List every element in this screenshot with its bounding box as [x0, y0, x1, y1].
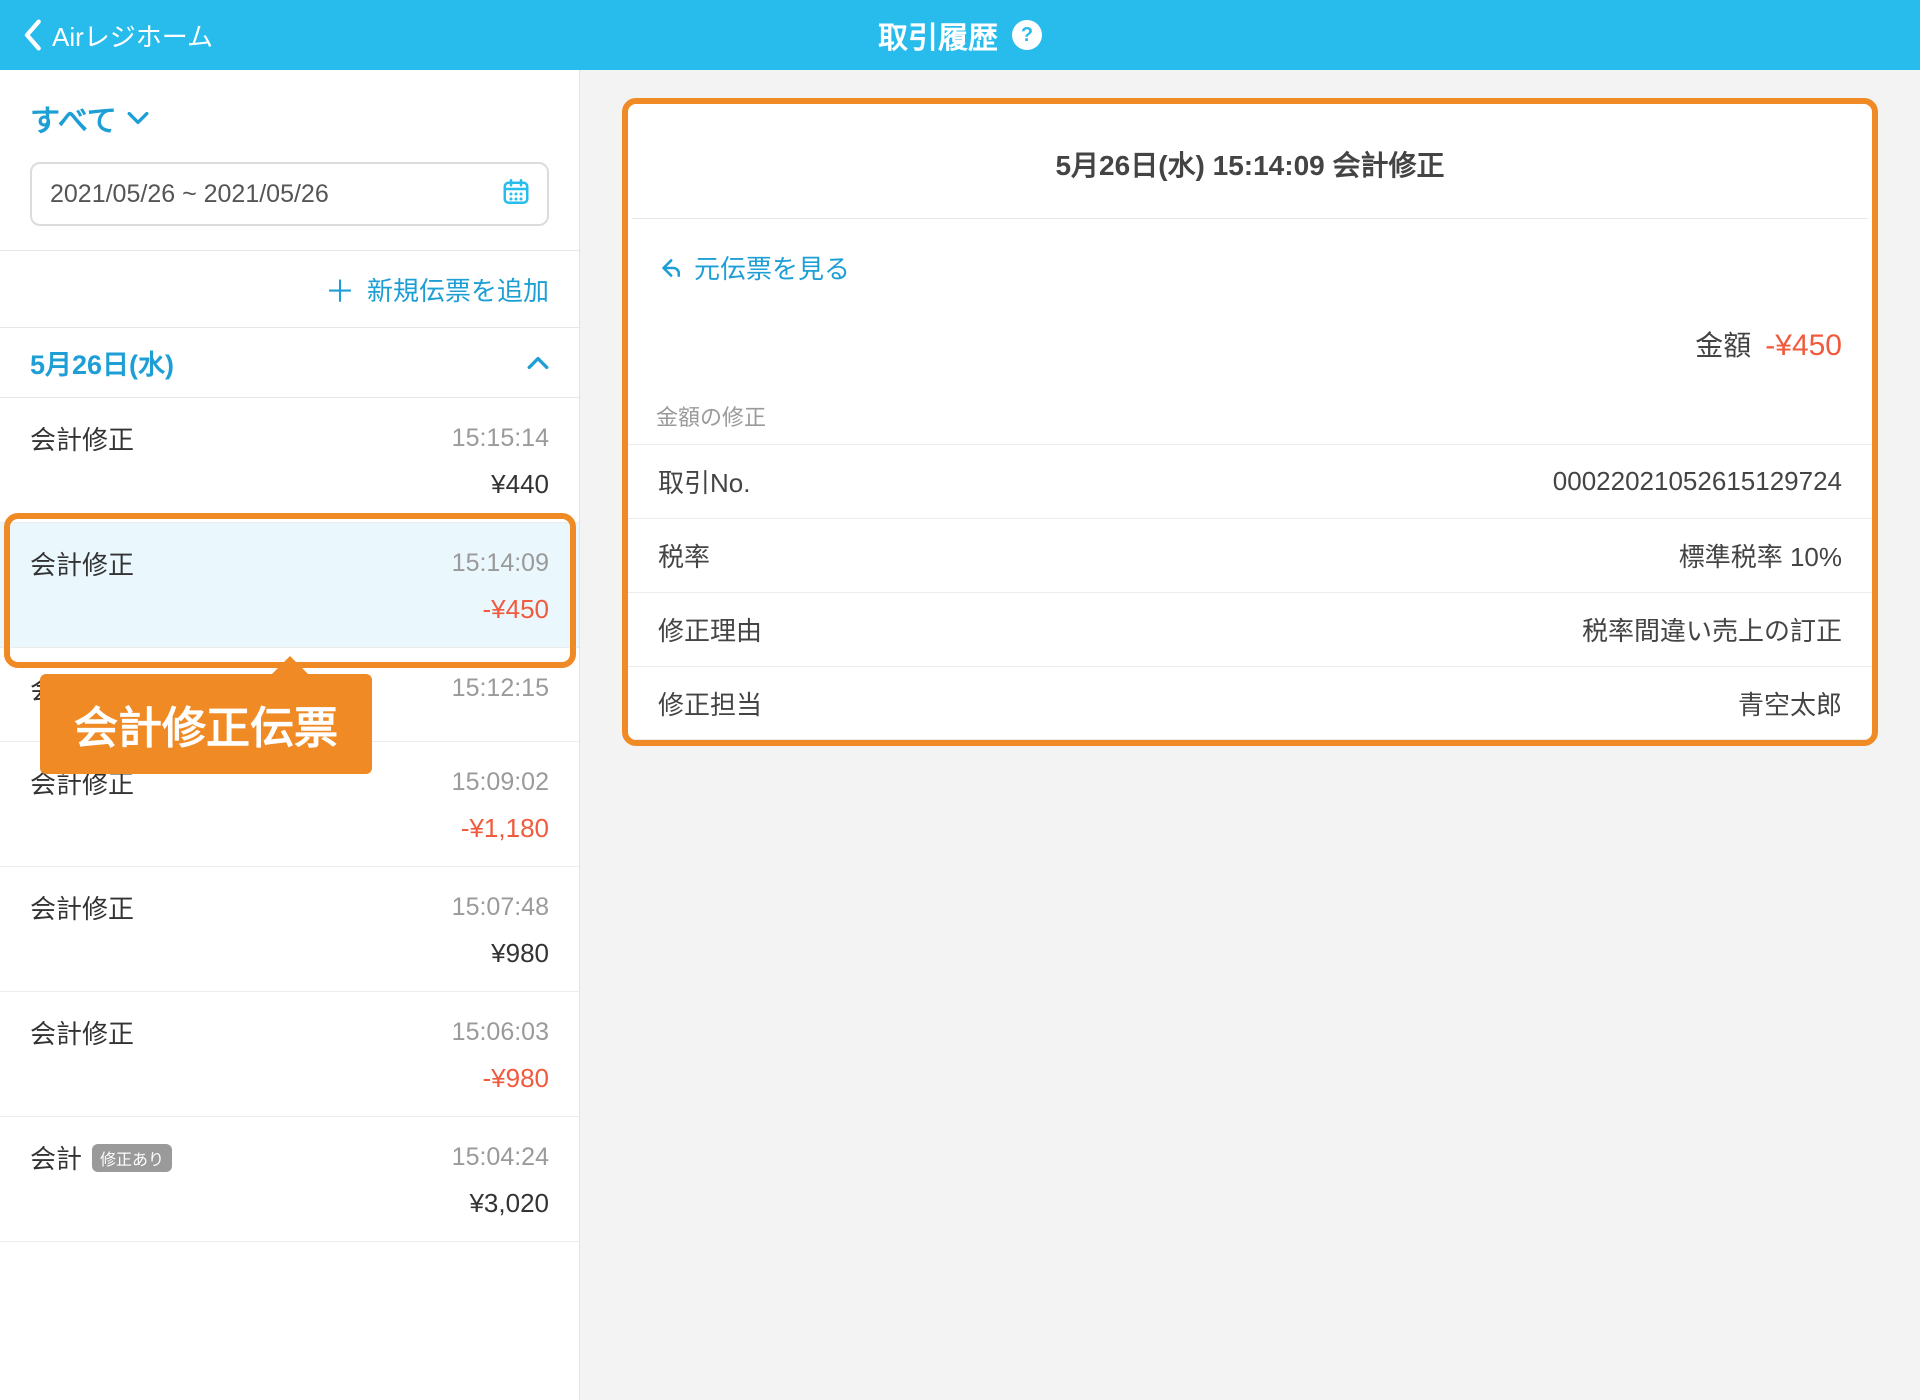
transaction-list: 会計修正 15:15:14 ¥440 会計修正 15:14:09 -¥450 会… [0, 398, 579, 1400]
date-range-input[interactable] [30, 162, 549, 226]
transaction-time: 15:15:14 [452, 424, 549, 453]
callout-label: 会計修正伝票 [40, 674, 372, 774]
view-original-link[interactable]: 元伝票を見る [628, 219, 1872, 296]
transaction-time: 15:06:03 [452, 1018, 549, 1047]
detail-pane: 5月26日(水) 15:14:09 会計修正 元伝票を見る 金額 -¥450 金… [580, 70, 1920, 1400]
detail-kv-row: 修正担当 青空太郎 [628, 666, 1872, 740]
transaction-row[interactable]: 会計修正 15:06:03 -¥980 [0, 992, 579, 1117]
transaction-title: 会計 修正あり [30, 1139, 172, 1176]
add-slip-button[interactable]: ＋ 新規伝票を追加 [0, 250, 579, 328]
detail-kv-row: 取引No. 00022021052615129724 [628, 444, 1872, 518]
transaction-row[interactable]: 会計修正 15:15:14 ¥440 [0, 398, 579, 523]
help-icon[interactable]: ? [1012, 20, 1042, 50]
detail-card: 5月26日(水) 15:14:09 会計修正 元伝票を見る 金額 -¥450 金… [622, 98, 1878, 746]
app-header: Airレジホーム 取引履歴 ? [0, 0, 1920, 70]
add-slip-label: 新規伝票を追加 [367, 271, 549, 308]
transaction-time: 15:09:02 [452, 768, 549, 797]
transaction-amount: ¥440 [491, 469, 549, 500]
date-range-field[interactable] [30, 162, 549, 226]
detail-kv-key: 税率 [658, 537, 710, 574]
transaction-title: 会計修正 [30, 889, 134, 926]
detail-kv-row: 税率 標準税率 10% [628, 518, 1872, 592]
detail-kv-key: 取引No. [658, 463, 750, 500]
transaction-time: 15:14:09 [452, 549, 549, 578]
transaction-row[interactable]: 会計修正 15:14:09 -¥450 [0, 523, 579, 648]
chevron-left-icon [22, 18, 42, 52]
transaction-amount: -¥980 [483, 1063, 550, 1094]
transaction-amount: ¥980 [491, 938, 549, 969]
detail-amount-label: 金額 [1695, 324, 1751, 364]
detail-kv-row: 修正理由 税率間違い売上の訂正 [628, 592, 1872, 666]
detail-kv-value: 00022021052615129724 [1553, 466, 1842, 497]
sidebar: すべて [0, 70, 580, 1400]
filter-label: すべて [30, 96, 117, 140]
transaction-title: 会計修正 [30, 420, 134, 457]
chevron-up-icon [527, 352, 549, 374]
transaction-amount: ¥3,020 [469, 1188, 549, 1219]
detail-kv-value: 青空太郎 [1738, 685, 1842, 722]
filter-dropdown[interactable]: すべて [30, 96, 149, 140]
transaction-amount: -¥1,180 [461, 813, 549, 844]
transaction-title: 会計修正 [30, 545, 134, 582]
plus-icon: ＋ [325, 267, 355, 311]
calendar-icon [501, 177, 531, 212]
transaction-amount: -¥450 [483, 594, 550, 625]
back-button[interactable]: Airレジホーム [22, 17, 213, 54]
detail-kv-value: 標準税率 10% [1679, 537, 1842, 574]
detail-amount-value: -¥450 [1765, 329, 1842, 363]
chevron-down-icon [127, 107, 149, 129]
back-label: Airレジホーム [52, 17, 213, 54]
transaction-time: 15:12:15 [452, 674, 549, 703]
detail-amount-row: 金額 -¥450 [628, 296, 1872, 400]
detail-kv-key: 修正理由 [658, 611, 762, 648]
detail-title: 5月26日(水) 15:14:09 会計修正 [628, 104, 1872, 218]
view-original-label: 元伝票を見る [694, 249, 850, 286]
detail-kv-key: 修正担当 [658, 685, 762, 722]
transaction-row[interactable]: 会計修正 15:07:48 ¥980 [0, 867, 579, 992]
detail-section-label: 金額の修正 [628, 400, 1872, 444]
day-header[interactable]: 5月26日(水) [0, 328, 579, 398]
detail-kv-list: 取引No. 00022021052615129724 税率 標準税率 10% 修… [628, 444, 1872, 740]
transaction-row[interactable]: 会計 修正あり 15:04:24 ¥3,020 [0, 1117, 579, 1242]
page-title: 取引履歴 [878, 13, 998, 57]
transaction-time: 15:07:48 [452, 893, 549, 922]
transaction-time: 15:04:24 [452, 1143, 549, 1172]
day-header-label: 5月26日(水) [30, 343, 174, 382]
return-arrow-icon [656, 255, 682, 281]
transaction-title: 会計修正 [30, 1014, 134, 1051]
modified-badge: 修正あり [92, 1144, 172, 1172]
detail-kv-value: 税率間違い売上の訂正 [1582, 611, 1842, 648]
